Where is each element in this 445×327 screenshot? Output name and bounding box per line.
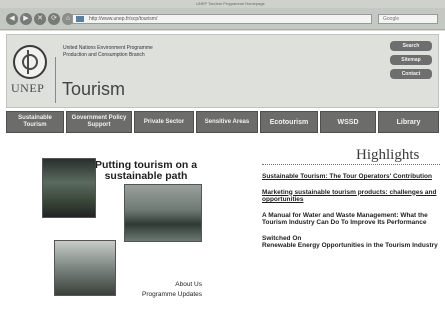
site-header: UNEP United Nations Environment Programm…	[6, 34, 439, 108]
back-icon[interactable]: ◀	[6, 13, 18, 25]
main-nav: Sustainable Tourism Government Policy Su…	[6, 111, 439, 133]
sitemap-button[interactable]: Sitemap	[390, 55, 432, 65]
highlight-link[interactable]: Switched On	[262, 235, 301, 242]
tab-sensitive-areas[interactable]: Sensitive Areas	[196, 111, 258, 133]
stop-icon[interactable]: ✕	[34, 13, 46, 25]
org-line-1: United Nations Environment Programme	[63, 45, 153, 51]
highlight-item[interactable]: Renewable Energy Opportunities in the To…	[262, 242, 442, 250]
contact-button[interactable]: Contact	[390, 69, 432, 79]
highlight-item[interactable]: Marketing sustainable tourism products: …	[262, 189, 442, 204]
tab-library[interactable]: Library	[378, 111, 439, 133]
highlights-list: Sustainable Tourism: The Tour Operators'…	[262, 173, 442, 258]
programme-updates-link[interactable]: Programme Updates	[120, 290, 202, 300]
address-bar[interactable]: http://www.unep.fr/scp/tourism/	[72, 14, 372, 24]
unep-logo-text: UNEP	[11, 81, 45, 95]
tab-government-policy[interactable]: Government Policy Support	[66, 111, 132, 133]
highlights-heading: Highlights	[356, 147, 420, 163]
hero-title: Putting tourism on a sustainable path	[94, 159, 198, 182]
forward-icon[interactable]: ▶	[20, 13, 32, 25]
hero-links: About Us Programme Updates	[120, 280, 202, 300]
window-title: UNEP Tourism Programme Homepage	[196, 1, 265, 6]
highlights-divider	[262, 164, 440, 165]
highlight-link[interactable]: A Manual for Water and Waste Management:…	[262, 212, 428, 227]
un-emblem-icon	[13, 45, 47, 79]
hero-photo-2	[124, 184, 202, 242]
org-name: United Nations Environment Programme Pro…	[63, 45, 153, 58]
tab-wssd[interactable]: WSSD	[320, 111, 376, 133]
highlight-item[interactable]: Sustainable Tourism: The Tour Operators'…	[262, 173, 442, 181]
page-content: UNEP United Nations Environment Programm…	[0, 31, 445, 327]
highlight-link[interactable]: Marketing sustainable tourism products: …	[262, 189, 436, 204]
search-placeholder: Google	[383, 16, 400, 22]
about-us-link[interactable]: About Us	[120, 280, 202, 290]
reload-icon[interactable]: ⟳	[48, 13, 60, 25]
favicon-icon	[76, 16, 84, 22]
tab-ecotourism[interactable]: Ecotourism	[260, 111, 318, 133]
highlight-item[interactable]: A Manual for Water and Waste Management:…	[262, 212, 442, 227]
search-box[interactable]: Google	[378, 14, 438, 24]
org-line-2: Production and Consumption Branch	[63, 51, 145, 58]
page-title: Tourism	[62, 79, 126, 99]
tab-sustainable-tourism[interactable]: Sustainable Tourism	[6, 111, 64, 133]
highlight-item[interactable]: Switched On	[262, 235, 442, 243]
header-divider	[55, 57, 56, 103]
highlight-link[interactable]: Sustainable Tourism: The Tour Operators'…	[262, 173, 432, 180]
highlight-link[interactable]: Renewable Energy Opportunities in the To…	[262, 242, 438, 249]
window-titlebar: UNEP Tourism Programme Homepage	[0, 0, 445, 8]
url-text: http://www.unep.fr/scp/tourism/	[89, 16, 158, 22]
browser-toolbar: ◀ ▶ ✕ ⟳ ⌂ http://www.unep.fr/scp/tourism…	[0, 8, 445, 30]
tab-private-sector[interactable]: Private Sector	[134, 111, 194, 133]
hero-collage: Putting tourism on a sustainable path Ab…	[42, 156, 202, 304]
hero-photo-3	[54, 240, 116, 296]
search-button[interactable]: Search	[390, 41, 432, 51]
